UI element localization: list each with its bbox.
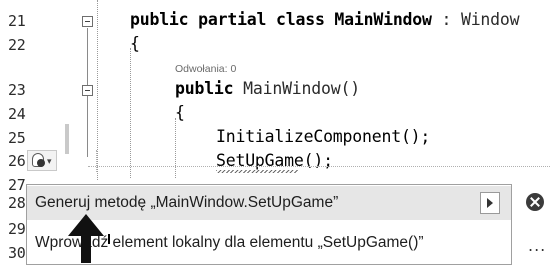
- base-type: : Window: [431, 10, 520, 29]
- mouse-pointer-icon: [68, 214, 104, 263]
- class-name: MainWindow: [334, 10, 432, 29]
- indent-guide: [175, 118, 176, 178]
- caret-line: [88, 166, 550, 167]
- constructor-name: MainWindow(): [233, 79, 360, 98]
- code-line-24[interactable]: {: [175, 103, 185, 122]
- indent-guide: [96, 150, 97, 172]
- ellipsis-text: ...: [528, 236, 547, 255]
- references-codelens[interactable]: Odwołania: 0: [175, 63, 236, 75]
- code-line-25[interactable]: InitializeComponent();: [216, 127, 430, 146]
- error-badge-icon: [37, 159, 45, 167]
- code-line-23[interactable]: public MainWindow(): [175, 79, 360, 98]
- error-squiggle: [216, 170, 298, 173]
- line-number: 24: [8, 105, 26, 123]
- change-margin: [65, 124, 69, 154]
- chevron-down-icon: ▾: [47, 157, 52, 167]
- line-number: 21: [8, 12, 26, 30]
- indent-guide: [130, 48, 131, 178]
- code-editor[interactable]: 21 22 23 24 25 26 27 28 29 30 public par…: [0, 0, 550, 265]
- collapse-method-icon[interactable]: [82, 85, 93, 96]
- quick-actions-button[interactable]: ▾: [27, 150, 57, 171]
- code-line-21[interactable]: public partial class MainWindow : Window: [130, 10, 520, 29]
- close-icon[interactable]: [526, 193, 544, 211]
- line-number: 25: [8, 129, 26, 147]
- keyword: public partial class: [130, 10, 325, 29]
- text-cursor: [108, 234, 110, 244]
- fold-guide: [87, 97, 88, 157]
- code-line-22[interactable]: {: [130, 34, 140, 53]
- line-number: 22: [8, 36, 26, 54]
- collapse-class-icon[interactable]: [82, 16, 93, 27]
- code-line-26[interactable]: SetUpGame();: [216, 151, 333, 170]
- submenu-arrow-icon[interactable]: [480, 192, 500, 214]
- line-number: 23: [8, 81, 26, 99]
- method-call: SetUpGame: [216, 151, 304, 170]
- indent-guide: [97, 0, 98, 180]
- keyword: public: [175, 79, 234, 98]
- call-parens: ();: [303, 151, 333, 170]
